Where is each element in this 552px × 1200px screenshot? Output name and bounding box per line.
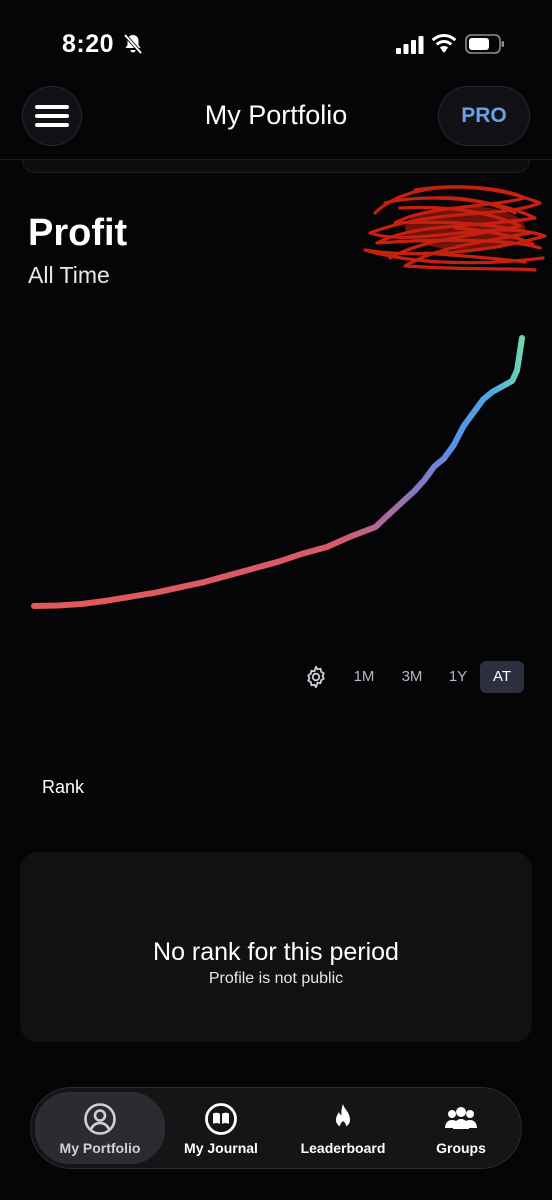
gear-icon[interactable] <box>304 665 328 689</box>
period-3m-button[interactable]: 3M <box>394 661 430 693</box>
nav-my-journal[interactable]: My Journal <box>167 1092 275 1164</box>
pro-button[interactable]: PRO <box>438 86 530 146</box>
portfolio-screen: 8:20 My Portfolio PRO Profit All Time 1M… <box>0 0 552 1200</box>
period-1m-button[interactable]: 1M <box>346 661 382 693</box>
rank-card: No rank for this period Profile is not p… <box>20 852 532 1042</box>
signal-icon <box>396 36 424 54</box>
redaction-scribble <box>363 185 547 272</box>
book-icon <box>205 1103 237 1135</box>
period-selector: 1M 3M 1Y AT <box>300 661 530 693</box>
nav-groups[interactable]: Groups <box>407 1092 515 1164</box>
profit-title: Profit <box>28 212 128 254</box>
nav-label: My Journal <box>184 1140 258 1156</box>
profit-line-chart <box>31 335 525 609</box>
profit-series-line <box>31 335 525 609</box>
nav-leaderboard[interactable]: Leaderboard <box>283 1092 403 1164</box>
status-time: 8:20 <box>62 30 115 58</box>
rank-label: Rank <box>42 777 85 797</box>
nav-label: Groups <box>436 1140 486 1156</box>
user-circle-icon <box>84 1103 116 1135</box>
bottom-nav: My Portfolio My Journal Leaderboard Grou… <box>30 1087 522 1169</box>
rank-empty-title: No rank for this period <box>153 938 399 966</box>
period-1y-button[interactable]: 1Y <box>442 661 474 693</box>
rank-empty-subtitle: Profile is not public <box>208 970 344 987</box>
wifi-icon <box>431 34 457 53</box>
bell-slash-icon <box>123 33 143 55</box>
nav-my-portfolio[interactable]: My Portfolio <box>35 1092 165 1164</box>
scrolled-card-edge <box>22 160 530 173</box>
profit-period-subtitle: All Time <box>28 262 110 288</box>
nav-label: Leaderboard <box>300 1140 386 1156</box>
status-bar: 8:20 <box>0 0 552 90</box>
battery-icon <box>465 34 504 54</box>
period-at-button[interactable]: AT <box>480 661 524 693</box>
nav-label: My Portfolio <box>59 1140 141 1156</box>
flame-icon <box>336 1104 350 1129</box>
app-header: My Portfolio PRO <box>0 86 552 148</box>
group-icon <box>445 1107 477 1129</box>
